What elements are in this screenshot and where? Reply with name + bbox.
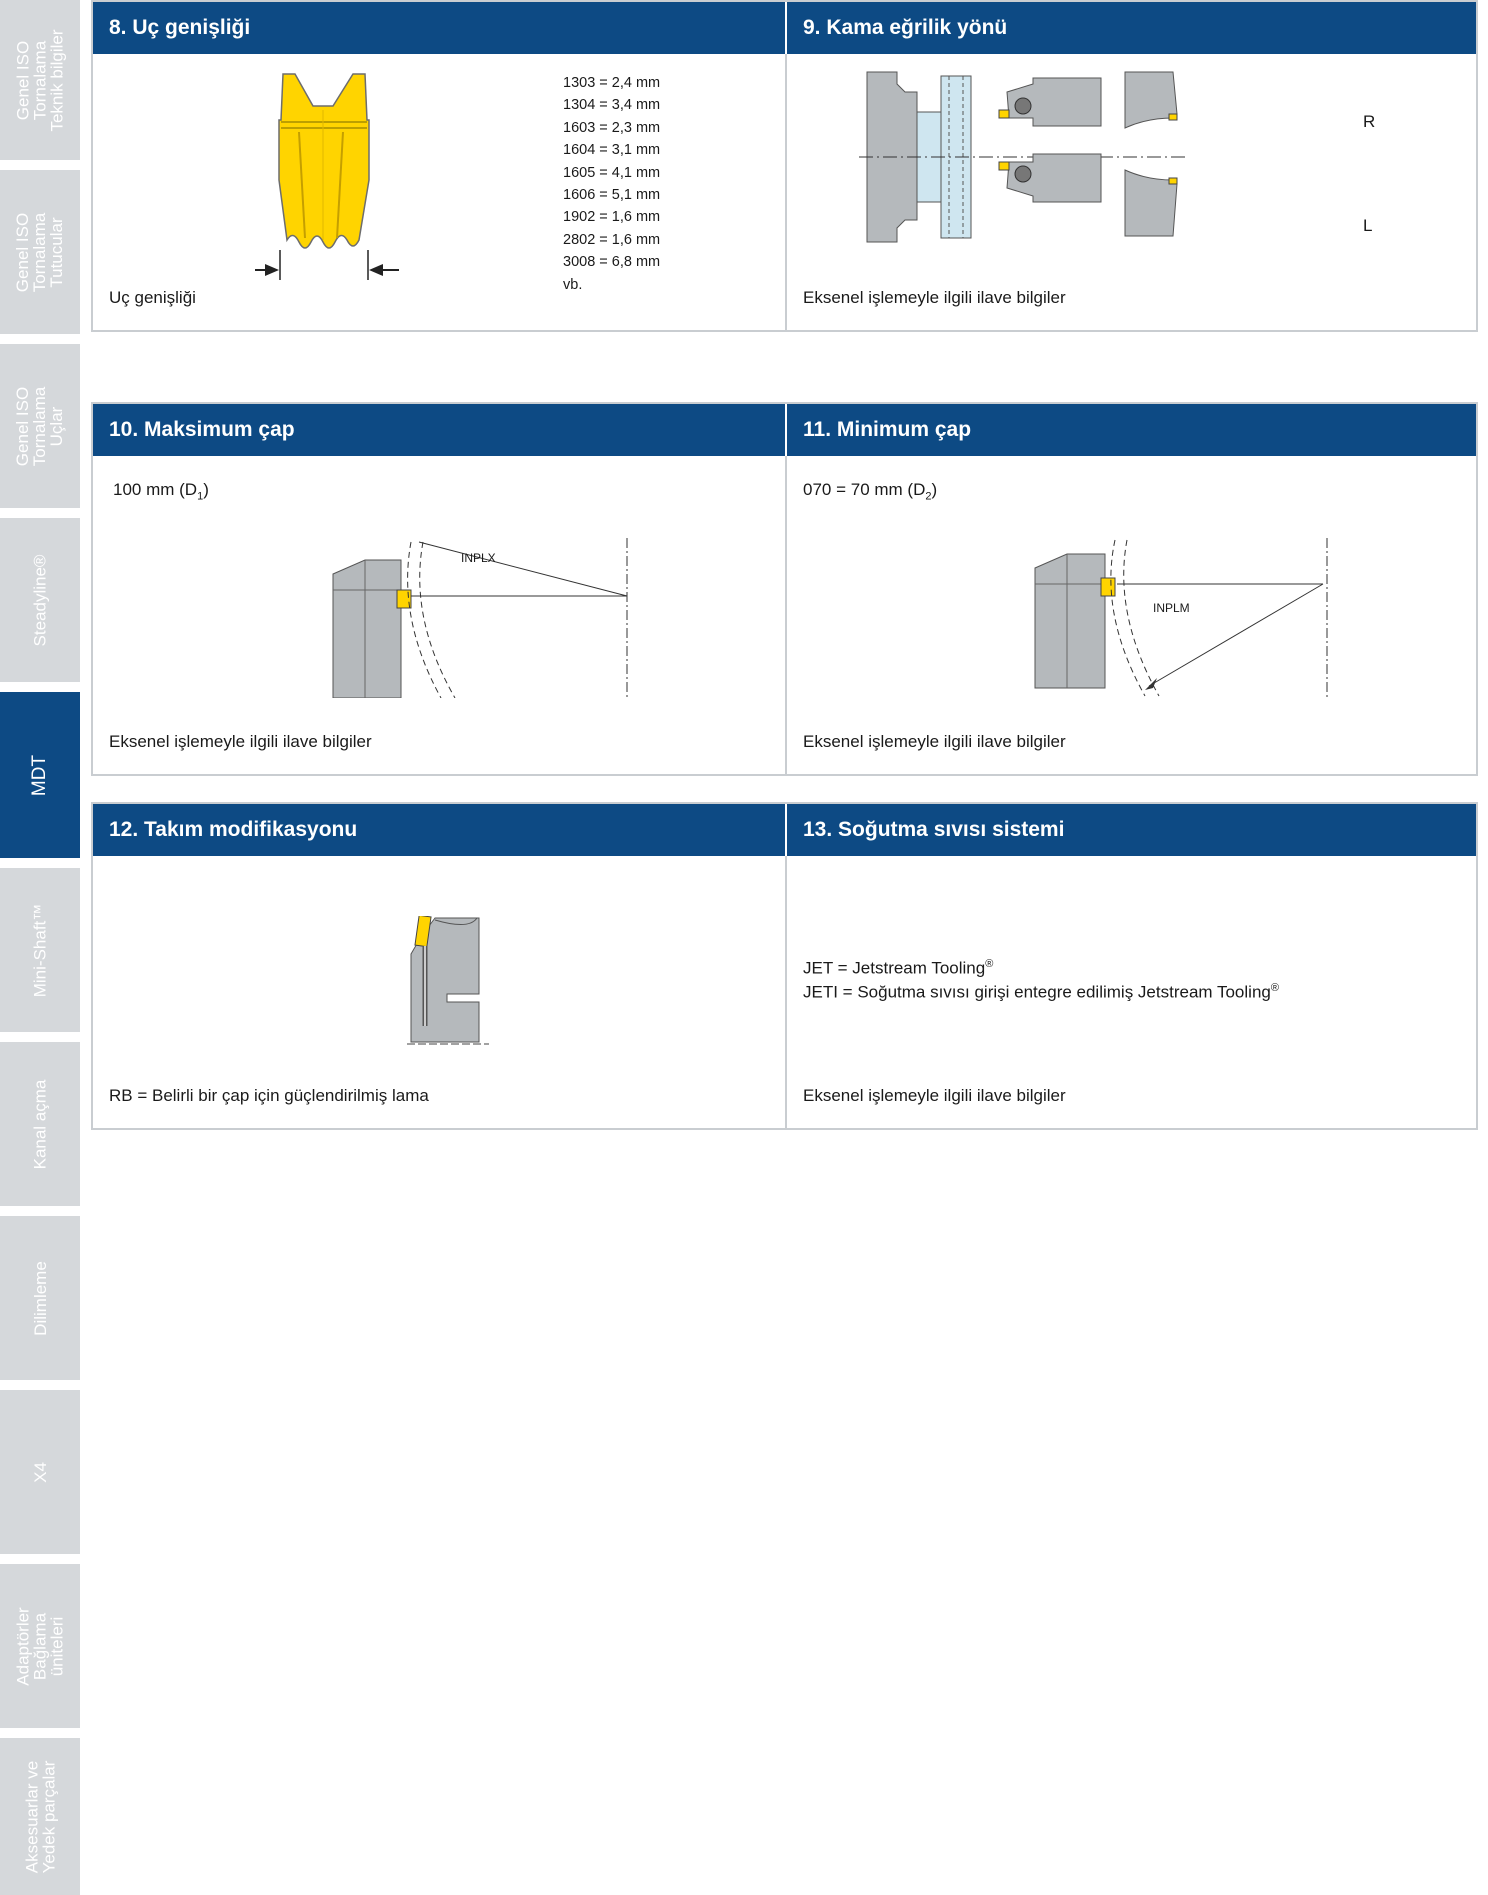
direction-label-r: R [1363, 112, 1376, 131]
section-12-title: 12. Takım modifikasyonu [93, 804, 785, 856]
tab-label: Kanal açma [30, 1079, 50, 1169]
tab-label: Aksesuarlar ve Yedek parçalar [22, 1760, 59, 1873]
tab-label: Mini-Shaft™ [30, 903, 50, 997]
direction-label-l: L [1363, 216, 1373, 235]
section-13-caption: Eksenel işlemeyle ilgili ilave bilgiler [803, 1086, 1066, 1105]
column-divider [785, 456, 787, 774]
section-row-10-11: 10. Maksimum çap 11. Minimum çap 100 mm … [91, 402, 1478, 776]
tab-mini-shaft[interactable]: Mini-Shaft™ [0, 868, 80, 1032]
tab-steadyline[interactable]: Steadyline® [0, 518, 80, 682]
sidebar: Genel ISO Tornalama Teknik bilgiler Gene… [0, 0, 80, 1895]
tab-label: Genel ISO Tornalama Tutucular [13, 212, 67, 292]
tab-label: Adaptörler Bağlama üniteleri [13, 1606, 67, 1686]
tab-x4[interactable]: X4 [0, 1390, 80, 1554]
insert-width-diagram [255, 73, 399, 280]
tab-kanal-acma[interactable]: Kanal açma [0, 1042, 80, 1206]
section-8-title: 8. Uç genişliği [93, 2, 785, 54]
tab-genel-iso-tutucular[interactable]: Genel ISO Tornalama Tutucular [0, 170, 80, 334]
jet-definition: JET = Jetstream Tooling® [803, 958, 994, 978]
min-diameter-diagram [1034, 538, 1328, 698]
section-13-title: 13. Soğutma sıvısı sistemi [787, 804, 1476, 856]
section-11-caption: Eksenel işlemeyle ilgili ilave bilgiler [803, 732, 1066, 751]
tab-adaptorler[interactable]: Adaptörler Bağlama üniteleri [0, 1564, 80, 1728]
tab-label: Dilimleme [30, 1260, 50, 1336]
section-row-8-9: 8. Uç genişliği 9. Kama eğrilik yönü 130… [91, 0, 1478, 332]
column-divider [785, 856, 787, 1128]
wedge-direction-diagram [859, 71, 1187, 243]
tab-genel-iso-teknik[interactable]: Genel ISO Tornalama Teknik bilgiler [0, 0, 80, 160]
section-9-caption: Eksenel işlemeyle ilgili ilave bilgiler [803, 288, 1066, 307]
section-11-title: 11. Minimum çap [787, 404, 1476, 456]
section-12-caption: RB = Belirli bir çap için güçlendirilmiş… [109, 1086, 429, 1105]
tab-dilimleme[interactable]: Dilimleme [0, 1216, 80, 1380]
insert-width-list: 1303 = 2,4 mm 1304 = 3,4 mm 1603 = 2,3 m… [563, 75, 661, 293]
max-diameter-value: 100 mm (D1) [113, 480, 209, 503]
tab-label: Genel ISO Tornalama Uçlar [13, 386, 67, 466]
section-10-caption: Eksenel işlemeyle ilgili ilave bilgiler [109, 732, 372, 751]
inplx-label: INPLX [461, 551, 496, 565]
jeti-definition: JETI = Soğutma sıvısı girişi entegre edi… [803, 982, 1279, 1002]
tab-mdt[interactable]: MDT [0, 692, 80, 858]
tab-label: Genel ISO Tornalama Teknik bilgiler [13, 28, 67, 132]
inplm-label: INPLM [1153, 601, 1190, 615]
tab-aksesuarlar[interactable]: Aksesuarlar ve Yedek parçalar [0, 1738, 80, 1895]
section-9-title: 9. Kama eğrilik yönü [787, 2, 1476, 54]
column-divider [785, 54, 787, 330]
tab-label: X4 [30, 1461, 50, 1483]
section-8-caption: Uç genişliği [109, 288, 196, 307]
tab-genel-iso-uclar[interactable]: Genel ISO Tornalama Uçlar [0, 344, 80, 508]
tab-label: MDT [29, 754, 51, 796]
section-10-title: 10. Maksimum çap [93, 404, 785, 456]
min-diameter-value: 070 = 70 mm (D2) [803, 480, 938, 503]
tool-modification-diagram [407, 916, 489, 1045]
tab-label: Steadyline® [30, 554, 50, 646]
section-row-12-13: 12. Takım modifikasyonu 13. Soğutma sıvı… [91, 802, 1478, 1130]
